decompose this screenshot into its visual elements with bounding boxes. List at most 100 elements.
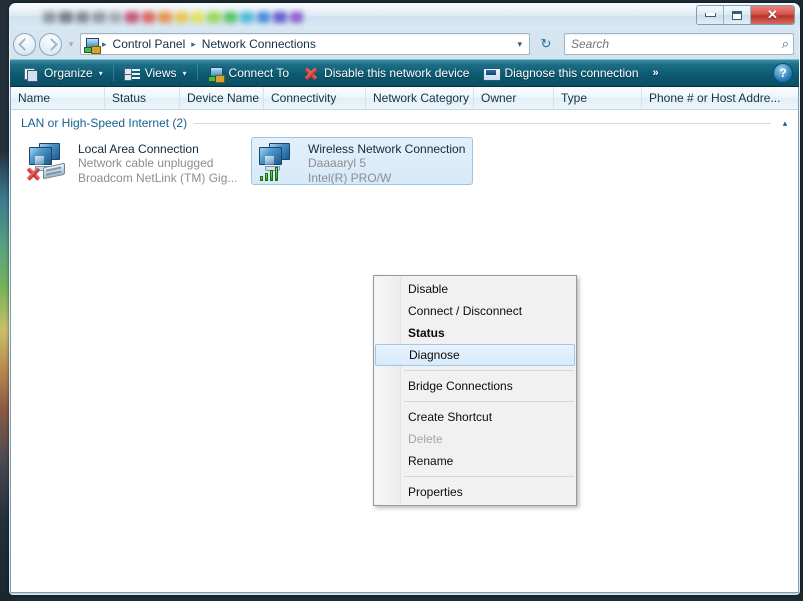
connection-device: Broadcom NetLink (TM) Gig... xyxy=(78,171,238,185)
glass-dot-12 xyxy=(240,10,254,23)
error-x-icon xyxy=(26,166,41,181)
context-menu-item-diagnose[interactable]: Diagnose xyxy=(375,344,575,366)
organize-label: Organize xyxy=(44,66,93,80)
signal-strength-bars-icon xyxy=(260,165,282,181)
views-icon xyxy=(123,66,140,81)
column-header-name[interactable]: Name xyxy=(11,87,105,109)
connection-text-block: Local Area Connection Network cable unpl… xyxy=(78,141,237,185)
breadcrumb-control-panel[interactable]: Control Panel xyxy=(109,35,190,53)
context-menu-item-rename[interactable]: Rename xyxy=(374,450,576,472)
column-header-row: Name Status Device Name Connectivity Net… xyxy=(11,87,798,110)
glass-dot-9 xyxy=(190,10,205,23)
glass-dot-4 xyxy=(108,10,123,23)
search-box[interactable]: ⌕ xyxy=(564,33,794,55)
disable-network-device-button[interactable]: Disable this network device xyxy=(296,62,476,84)
address-bar[interactable]: ▸ Control Panel ▸ Network Connections ▾ xyxy=(80,33,530,55)
diagnose-icon xyxy=(483,66,502,81)
views-chevron-down-icon: ▾ xyxy=(182,68,187,78)
help-button[interactable]: ? xyxy=(773,63,793,83)
connection-text-block: Wireless Network Connection Daaaaryl 5 I… xyxy=(308,141,466,185)
refresh-icon: ↻ xyxy=(540,36,552,51)
group-header-lan[interactable]: LAN or High-Speed Internet (2) ▴ xyxy=(21,113,792,133)
window-titlebar[interactable]: ✕ xyxy=(9,3,800,29)
column-header-device-name[interactable]: Device Name xyxy=(180,87,264,109)
views-label: Views xyxy=(144,66,177,80)
context-menu-item-status[interactable]: Status xyxy=(374,322,576,344)
column-header-type[interactable]: Type xyxy=(554,87,642,109)
signal-bar-4 xyxy=(275,167,278,181)
glass-dot-7 xyxy=(158,10,172,23)
connection-context-menu: Disable Connect / Disconnect Status Diag… xyxy=(373,275,577,506)
list-item-wireless-network-connection[interactable]: Wireless Network Connection Daaaaryl 5 I… xyxy=(251,137,473,185)
organize-icon xyxy=(23,66,39,82)
context-menu-item-bridge-connections[interactable]: Bridge Connections xyxy=(374,375,576,397)
glass-dot-11 xyxy=(223,10,238,23)
group-collapse-chevron-up-icon[interactable]: ▴ xyxy=(778,118,792,129)
context-menu-item-create-shortcut[interactable]: Create Shortcut xyxy=(374,406,576,428)
context-menu-item-properties[interactable]: Properties xyxy=(374,481,576,503)
navigation-bar: ▾ ▸ Control Panel ▸ Network Connections … xyxy=(9,29,800,59)
wireless-adapter-connected-icon xyxy=(256,141,300,183)
window-controls: ✕ xyxy=(696,5,795,25)
minimize-button[interactable] xyxy=(697,6,724,24)
close-icon: ✕ xyxy=(767,7,778,22)
breadcrumb-network-connections[interactable]: Network Connections xyxy=(198,35,320,53)
column-header-connectivity[interactable]: Connectivity xyxy=(264,87,366,109)
column-header-owner[interactable]: Owner xyxy=(474,87,554,109)
context-menu-separator xyxy=(404,370,574,371)
search-icon: ⌕ xyxy=(781,36,789,51)
maximize-icon xyxy=(732,10,742,20)
context-menu-separator xyxy=(404,476,574,477)
network-adapter-unplugged-icon xyxy=(26,141,70,183)
context-menu-item-connect-disconnect[interactable]: Connect / Disconnect xyxy=(374,300,576,322)
group-header-label: LAN or High-Speed Internet (2) xyxy=(21,116,188,130)
organize-button[interactable]: Organize ▾ xyxy=(16,62,110,84)
glass-dot-15 xyxy=(289,10,303,23)
glass-dot-8 xyxy=(174,10,188,23)
maximize-button[interactable] xyxy=(724,6,751,24)
signal-bar-1 xyxy=(260,176,263,181)
connect-to-icon xyxy=(207,66,224,82)
control-panel-icon xyxy=(84,37,100,53)
group-header-rule xyxy=(194,122,771,124)
glass-dot-2 xyxy=(75,10,90,23)
glass-dot-5 xyxy=(125,10,139,23)
signal-bar-3 xyxy=(270,170,273,181)
connections-list-body[interactable]: LAN or High-Speed Internet (2) ▴ Local A… xyxy=(11,110,798,592)
monitor-front-shape xyxy=(259,147,282,171)
glass-dot-14 xyxy=(273,10,287,23)
signal-bar-2 xyxy=(265,173,268,181)
connection-status: Daaaaryl 5 xyxy=(308,156,367,170)
connection-name: Local Area Connection xyxy=(78,142,199,156)
refresh-button[interactable]: ↻ xyxy=(535,33,557,55)
search-input[interactable] xyxy=(569,36,782,52)
connection-name: Wireless Network Connection xyxy=(308,142,466,156)
glass-reflection-dots xyxy=(43,10,303,23)
disable-device-label: Disable this network device xyxy=(324,66,470,80)
close-button[interactable]: ✕ xyxy=(751,6,794,24)
column-header-network-category[interactable]: Network Category xyxy=(366,87,474,109)
connection-status: Network cable unplugged xyxy=(78,156,214,170)
glass-dot-10 xyxy=(207,10,221,23)
connect-to-button[interactable]: Connect To xyxy=(201,62,297,84)
connection-items: Local Area Connection Network cable unpl… xyxy=(11,133,798,185)
overflow-chevrons-icon: » xyxy=(652,67,659,79)
column-header-phone-host[interactable]: Phone # or Host Addre... xyxy=(642,87,788,109)
recent-locations-chevron-down-icon[interactable]: ▾ xyxy=(65,33,77,56)
views-button[interactable]: Views ▾ xyxy=(117,62,194,84)
glass-dot-0 xyxy=(43,10,57,23)
breadcrumb-separator-0[interactable]: ▸ xyxy=(100,39,109,50)
toolbar-overflow-button[interactable]: » xyxy=(646,62,666,84)
context-menu-item-disable[interactable]: Disable xyxy=(374,278,576,300)
diagnose-connection-label: Diagnose this connection xyxy=(504,66,639,80)
glass-dot-6 xyxy=(141,10,156,23)
glass-dot-13 xyxy=(256,10,271,23)
column-header-status[interactable]: Status xyxy=(105,87,180,109)
back-button[interactable] xyxy=(13,32,36,56)
diagnose-connection-button[interactable]: Diagnose this connection xyxy=(476,62,645,84)
toolbar-separator xyxy=(196,65,198,81)
address-dropdown-chevron-down-icon[interactable]: ▾ xyxy=(512,39,527,50)
forward-button[interactable] xyxy=(39,32,62,56)
breadcrumb-separator-1[interactable]: ▸ xyxy=(189,39,198,50)
list-item-local-area-connection[interactable]: Local Area Connection Network cable unpl… xyxy=(21,137,243,185)
